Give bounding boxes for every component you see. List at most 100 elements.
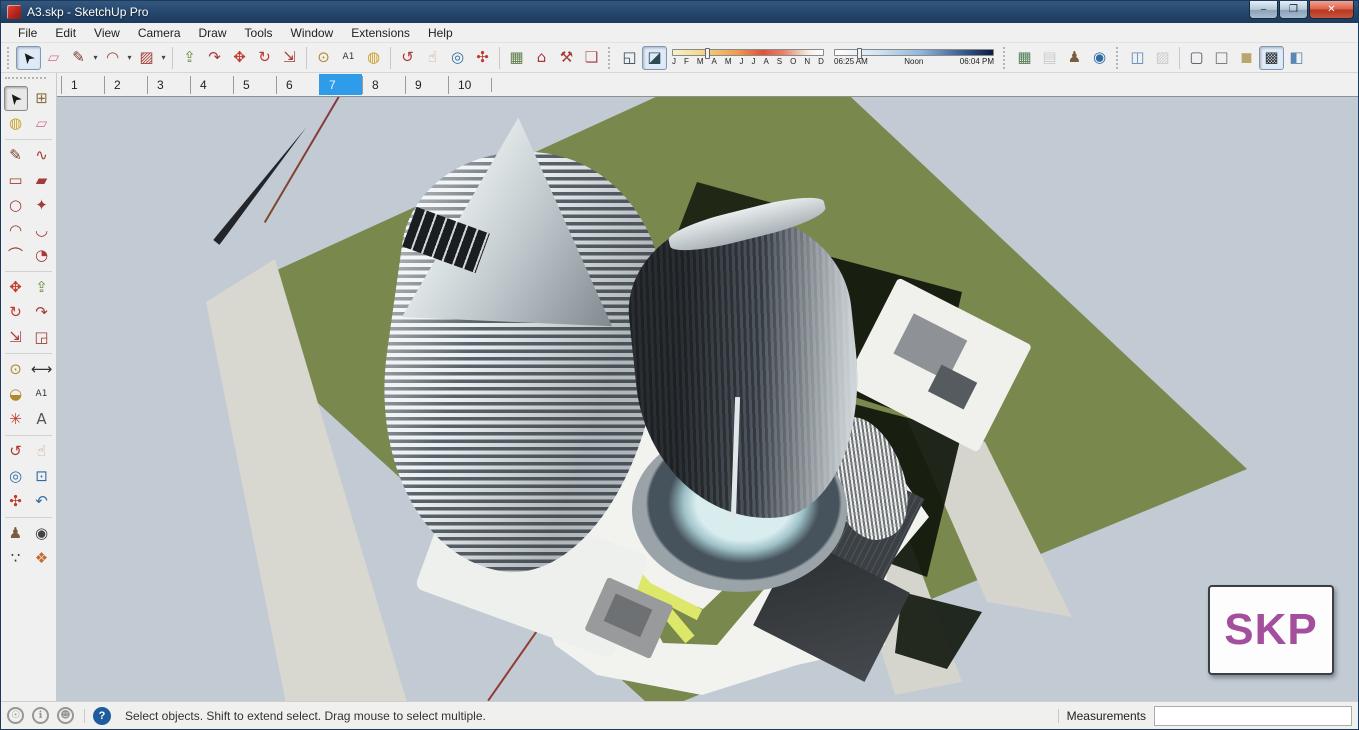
shadow-date-handle[interactable] [704, 48, 710, 59]
text-tool[interactable]: A1 [336, 46, 361, 70]
offset-tool[interactable]: ◲ [30, 325, 54, 350]
protractor-tool[interactable]: ◒ [4, 382, 28, 407]
shadow-time-slider[interactable]: 06:25 AM Noon 06:04 PM [834, 48, 994, 66]
follow-me-tool[interactable]: ↷ [30, 300, 54, 325]
menu-tools[interactable]: Tools [236, 24, 282, 42]
pan-tool[interactable]: ☝ [420, 46, 445, 70]
shadow-date-slider[interactable]: JFMAMJJASOND [672, 48, 824, 66]
polygon-tool[interactable]: ✦ [30, 193, 54, 218]
3d-text-tool[interactable]: A [30, 407, 54, 432]
make-component-tool[interactable]: ⊞ [30, 86, 54, 111]
credits-status-icon[interactable]: ℹ [32, 707, 49, 724]
push-pull-tool[interactable]: ⇪ [177, 46, 202, 70]
position-camera-tool[interactable]: ♟ [4, 521, 28, 546]
look-around-tool[interactable]: ◉ [30, 521, 54, 546]
toolbar-grip[interactable] [7, 46, 12, 69]
push-pull-tool[interactable]: ⇪ [30, 275, 54, 300]
zoom-extents-tool[interactable]: ✣ [4, 489, 28, 514]
toolbar-grip[interactable] [608, 46, 613, 69]
user-status-icon[interactable]: ☻ [57, 707, 74, 724]
geolocation-status-icon[interactable]: ☉ [7, 707, 24, 724]
toolbar-grip[interactable] [1116, 46, 1121, 69]
eraser-tool[interactable]: ▱ [41, 46, 66, 70]
walk-tool[interactable]: ∵ [4, 546, 28, 571]
add-location-button[interactable]: ▦ [1012, 46, 1037, 70]
hidden-line-style-button[interactable]: □ [1209, 46, 1234, 70]
arc-tool[interactable]: ◠ [4, 218, 28, 243]
menu-file[interactable]: File [9, 24, 46, 42]
shaded-with-textures-style-button[interactable]: ▩ [1259, 45, 1284, 70]
back-edges-style-button[interactable]: ▨ [1150, 46, 1175, 70]
eraser-tool[interactable]: ▱ [30, 111, 54, 136]
3d-warehouse-button[interactable]: ⌂ [529, 46, 554, 70]
line-tool[interactable]: ✎ [4, 143, 28, 168]
text-tool[interactable]: A1 [30, 382, 54, 407]
zoom-extents-tool[interactable]: ✣ [470, 46, 495, 70]
toggle-shadows-button[interactable]: ◪ [642, 45, 667, 70]
dimension-tool[interactable]: ⟷ [30, 357, 54, 382]
scene-tab-2[interactable]: 2 [104, 76, 147, 94]
shadow-settings-button[interactable]: ◱ [617, 46, 642, 70]
select-tool[interactable]: ➤ [16, 45, 41, 70]
scene-tab-8[interactable]: 8 [362, 76, 405, 94]
send-to-layout-button[interactable]: ❏ [579, 46, 604, 70]
extension-warehouse-button[interactable]: ⚒ [554, 46, 579, 70]
scene-tab-3[interactable]: 3 [147, 76, 190, 94]
tape-measure-tool[interactable]: ⊙ [311, 46, 336, 70]
tape-measure-tool[interactable]: ⊙ [4, 357, 28, 382]
menu-camera[interactable]: Camera [129, 24, 190, 42]
rectangle-tool-dropdown[interactable]: ▾ [159, 53, 168, 62]
arc-tool[interactable]: ◠ [100, 46, 125, 70]
measurements-input[interactable] [1154, 705, 1352, 726]
rectangle-tool[interactable]: ▭ [4, 168, 28, 193]
toggle-terrain-button[interactable]: ▤ [1037, 46, 1062, 70]
restore-button[interactable]: ❐ [1279, 1, 1308, 19]
arc-tool-dropdown[interactable]: ▾ [125, 53, 134, 62]
xray-style-button[interactable]: ◫ [1125, 46, 1150, 70]
close-button[interactable]: ✕ [1309, 1, 1354, 19]
scene-tab-9[interactable]: 9 [405, 76, 448, 94]
move-tool[interactable]: ✥ [4, 275, 28, 300]
zoom-tool[interactable]: ◎ [4, 464, 28, 489]
pie-tool[interactable]: ◔ [30, 243, 54, 268]
help-icon[interactable]: ? [93, 706, 111, 725]
two-point-arc-tool[interactable]: ◡ [30, 218, 54, 243]
menu-help[interactable]: Help [419, 24, 462, 42]
google-earth-button[interactable]: ◉ [1087, 46, 1112, 70]
paint-bucket-tool[interactable]: ◍ [4, 111, 28, 136]
line-tool-dropdown[interactable]: ▾ [91, 53, 100, 62]
paint-bucket-tool[interactable]: ◍ [361, 46, 386, 70]
orbit-tool[interactable]: ↺ [4, 439, 28, 464]
scenes-image-button[interactable]: ▦ [504, 46, 529, 70]
rotate-tool[interactable]: ↻ [252, 46, 277, 70]
scene-tab-4[interactable]: 4 [190, 76, 233, 94]
title-bar[interactable]: A3.skp - SketchUp Pro – ❐ ✕ [1, 1, 1358, 23]
scale-tool[interactable]: ⇲ [4, 325, 28, 350]
freehand-tool[interactable]: ∿ [30, 143, 54, 168]
shaded-style-button[interactable]: ◼ [1234, 46, 1259, 70]
move-tool[interactable]: ✥ [227, 46, 252, 70]
circle-tool[interactable]: ○ [4, 193, 28, 218]
menu-window[interactable]: Window [282, 24, 343, 42]
follow-me-tool[interactable]: ↷ [202, 46, 227, 70]
menu-edit[interactable]: Edit [46, 24, 85, 42]
menu-extensions[interactable]: Extensions [342, 24, 419, 42]
scene-tab-5[interactable]: 5 [233, 76, 276, 94]
zoom-tool[interactable]: ◎ [445, 46, 470, 70]
rotate-tool[interactable]: ↻ [4, 300, 28, 325]
shadow-time-handle[interactable] [857, 48, 863, 59]
shadow-time-track[interactable] [834, 48, 994, 59]
rectangle-tool[interactable]: ▨ [134, 46, 159, 70]
zoom-window-tool[interactable]: ⊡ [30, 464, 54, 489]
scene-tab-7[interactable]: 7 [319, 74, 362, 95]
orbit-tool[interactable]: ↺ [395, 46, 420, 70]
toolbar-grip[interactable] [1003, 46, 1008, 69]
scene-tab-10[interactable]: 10 [448, 76, 491, 94]
three-point-arc-tool[interactable]: ⌒ [4, 243, 28, 268]
scale-tool[interactable]: ⇲ [277, 46, 302, 70]
photo-textures-button[interactable]: ♟ [1062, 46, 1087, 70]
scene-tab-1[interactable]: 1 [61, 76, 104, 94]
section-plane-tool[interactable]: ❖ [30, 546, 54, 571]
zoom-previous-tool[interactable]: ↶ [30, 489, 54, 514]
palette-grip[interactable] [5, 77, 46, 84]
